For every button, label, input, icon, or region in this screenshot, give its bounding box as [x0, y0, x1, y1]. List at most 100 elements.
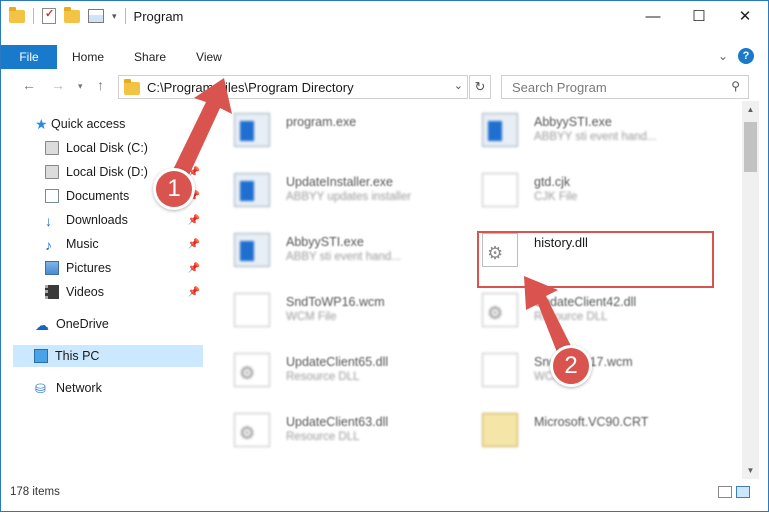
tab-file[interactable]: File [1, 45, 57, 69]
file-icon [234, 293, 270, 327]
star-icon: ★ [35, 116, 48, 132]
pin-icon[interactable]: 📌 [188, 215, 200, 226]
list-item[interactable]: UpdateInstaller.exe ABBYY updates instal… [214, 163, 454, 215]
computer-icon [34, 349, 48, 363]
tab-home[interactable]: Home [57, 50, 119, 64]
file-description: ABBYY sti event hand... [534, 131, 657, 143]
file-name: UpdateInstaller.exe [286, 175, 394, 189]
properties-check-icon[interactable] [42, 7, 56, 24]
tiles-view-icon[interactable] [736, 486, 750, 498]
sidebar-item-label: Videos [66, 285, 104, 299]
file-name: UpdateClient42.dll [534, 295, 637, 309]
list-item[interactable]: AbbyySTI.exe ABBY sti event hand... [214, 223, 454, 275]
list-item[interactable]: UpdateClient65.dll Resource DLL [214, 343, 454, 395]
navigation-pane: ★ Quick access Local Disk (C:) Local Dis… [1, 109, 206, 471]
chevron-down-icon[interactable]: ⌄ [454, 79, 463, 92]
exe-icon [234, 113, 270, 147]
file-description: Resource DLL [534, 311, 608, 323]
expand-ribbon-icon[interactable]: ⌄ [718, 49, 728, 63]
sidebar-item-label: This PC [55, 349, 100, 363]
sidebar-item-documents[interactable]: Documents 📌 [45, 185, 203, 207]
list-item[interactable]: AbbyySTI.exe ABBYY sti event hand... [462, 103, 702, 155]
sidebar-item-label: Quick access [51, 117, 126, 131]
file-name: Microsoft.VC90.CRT [534, 415, 649, 429]
recent-locations-icon[interactable]: ▾ [78, 81, 83, 92]
search-icon[interactable]: ⚲ [731, 79, 740, 93]
sidebar-item-this-pc[interactable]: This PC [13, 345, 203, 367]
list-item[interactable]: gtd.cjk CJK File [462, 163, 702, 215]
view-toggle [718, 486, 750, 498]
sidebar-item-label: Music [66, 237, 99, 251]
help-icon[interactable]: ? [738, 48, 754, 64]
music-icon: ♪ [45, 237, 52, 253]
folder-icon[interactable] [9, 6, 25, 23]
list-item[interactable]: UpdateClient42.dll Resource DLL [462, 283, 702, 335]
sidebar-item-pictures[interactable]: Pictures 📌 [45, 257, 203, 279]
address-bar[interactable]: C:\Program Files\Program Directory ⌄ [118, 75, 468, 99]
vertical-scrollbar[interactable]: ▲ ▼ [742, 101, 759, 479]
scroll-down-icon[interactable]: ▼ [742, 462, 759, 479]
file-description: ABBYY updates installer [286, 191, 412, 203]
pin-icon[interactable]: 📌 [188, 263, 200, 274]
downloads-icon: ↓ [45, 213, 52, 229]
explorer-window: ▾ Program — ☐ ✕ File Home Share View ⌄ ?… [0, 0, 769, 512]
status-bar: 178 items [1, 481, 768, 503]
sidebar-item-label: Documents [66, 189, 130, 203]
pin-icon[interactable]: 📌 [188, 191, 200, 202]
maximize-button[interactable]: ☐ [676, 1, 722, 31]
sidebar-item-network[interactable]: ⛁ Network [35, 377, 203, 399]
list-item[interactable]: UpdateClient63.dll Resource DLL [214, 403, 454, 455]
file-name: UpdateClient65.dll [286, 355, 389, 369]
new-folder-icon[interactable] [64, 6, 80, 23]
scroll-thumb[interactable] [744, 122, 757, 172]
title-bar: ▾ Program — ☐ ✕ [1, 1, 768, 31]
address-path[interactable]: C:\Program Files\Program Directory [147, 80, 354, 95]
toolbar-dropdown-icon[interactable]: ▾ [112, 11, 117, 22]
close-button[interactable]: ✕ [722, 1, 768, 31]
pin-icon[interactable]: 📌 [188, 287, 200, 298]
sidebar-item-label: Pictures [66, 261, 112, 275]
list-item[interactable]: SndToWP16.wcm WCM File [214, 283, 454, 335]
window-controls: — ☐ ✕ [630, 1, 768, 31]
sidebar-item-label: OneDrive [56, 317, 109, 331]
videos-icon [45, 285, 59, 299]
up-arrow-icon[interactable]: ↑ [97, 77, 104, 93]
sidebar-item-local-disk-c[interactable]: Local Disk (C:) [45, 137, 203, 159]
pin-icon[interactable]: 📌 [188, 239, 200, 250]
address-row: ← → ▾ ↑ C:\Program Files\Program Directo… [1, 73, 768, 101]
dll-gear-icon [482, 293, 518, 327]
sidebar-item-videos[interactable]: Videos 📌 [45, 281, 203, 303]
list-item[interactable]: Microsoft.VC90.CRT [462, 403, 702, 455]
network-icon: ⛁ [35, 381, 46, 396]
tab-view[interactable]: View [181, 50, 237, 64]
back-arrow-icon[interactable]: ← [22, 77, 36, 93]
sidebar-item-downloads[interactable]: ↓ Downloads 📌 [45, 209, 203, 231]
folder-icon [124, 78, 140, 95]
tab-share[interactable]: Share [119, 50, 181, 64]
cloud-icon: ☁ [35, 317, 49, 333]
sidebar-item-label: Downloads [66, 213, 128, 227]
quick-access-toolbar: ▾ [1, 6, 126, 24]
sidebar-item-quick-access[interactable]: ★ Quick access [35, 113, 237, 135]
search-input[interactable]: Search Program ⚲ [501, 75, 749, 99]
drive-icon [45, 141, 59, 155]
list-item[interactable]: program.exe [214, 103, 454, 155]
customize-toolbar-icon[interactable] [88, 9, 104, 23]
sidebar-item-local-disk-d[interactable]: Local Disk (D:) 📌 [45, 161, 203, 183]
ribbon-tabs: File Home Share View ⌄ ? [1, 45, 768, 69]
forward-arrow-icon[interactable]: → [51, 77, 65, 93]
file-list: program.exe AbbyySTI.exe ABBYY sti event… [208, 101, 743, 479]
file-name: gtd.cjk [534, 175, 571, 189]
list-item[interactable]: SndToWP17.wcm WCM File [462, 343, 702, 395]
minimize-button[interactable]: — [630, 1, 676, 31]
sidebar-item-onedrive[interactable]: ☁ OneDrive [35, 313, 203, 335]
refresh-button[interactable]: ↻ [469, 75, 491, 99]
dll-gear-icon [234, 413, 270, 447]
highlight-box [477, 231, 714, 288]
pin-icon[interactable]: 📌 [188, 167, 200, 178]
file-name: SndToWP16.wcm [286, 295, 385, 309]
details-view-icon[interactable] [718, 486, 732, 498]
scroll-up-icon[interactable]: ▲ [742, 101, 759, 118]
file-name: program.exe [286, 115, 357, 129]
sidebar-item-music[interactable]: ♪ Music 📌 [45, 233, 203, 255]
